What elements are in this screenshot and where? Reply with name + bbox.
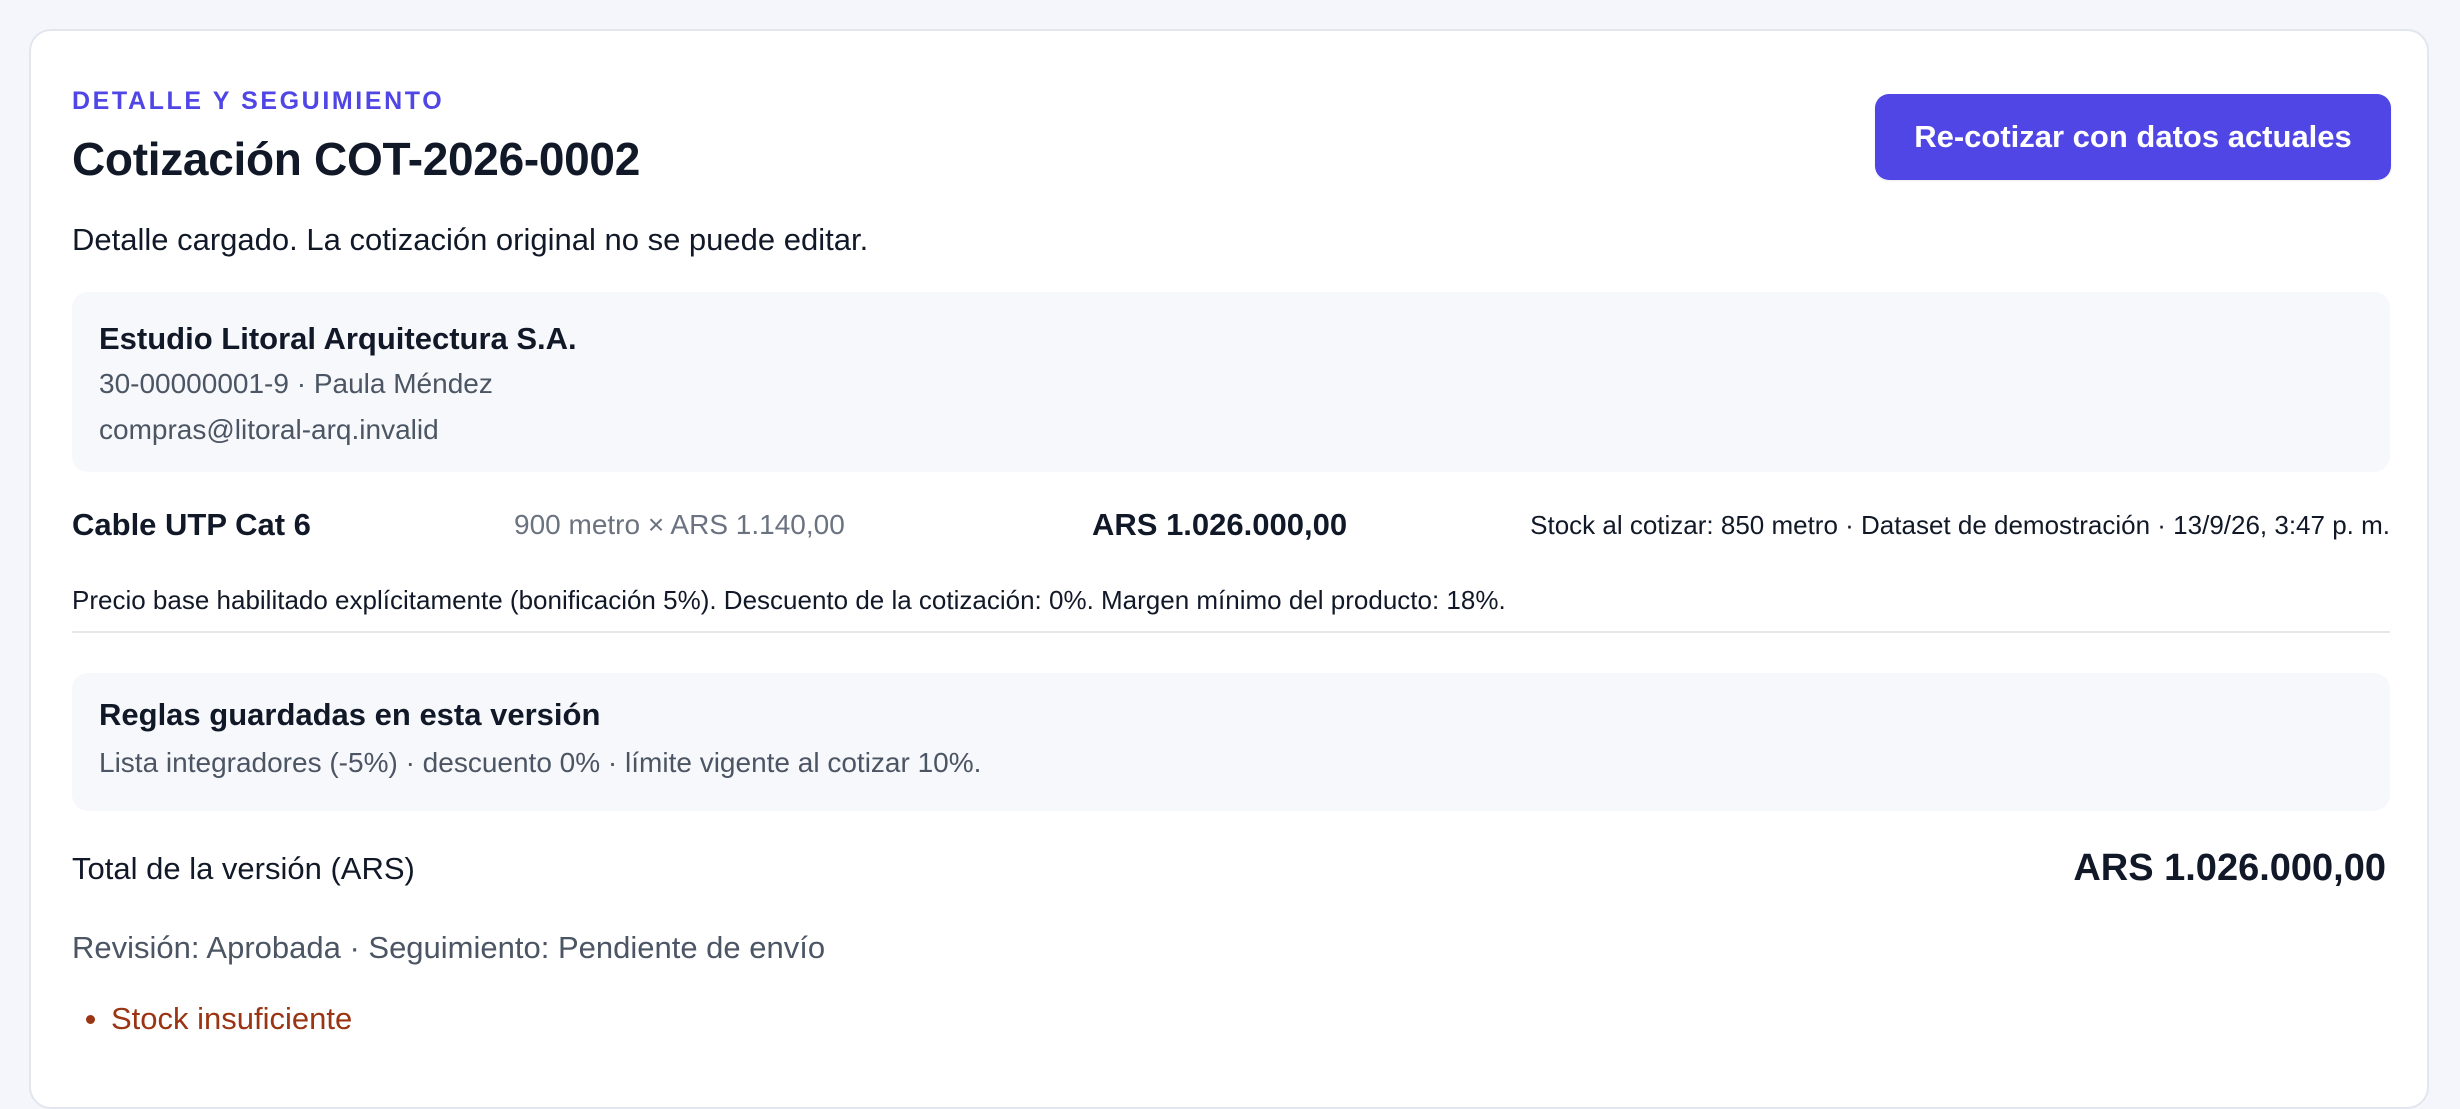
status-message: Detalle cargado. La cotización original … <box>72 222 869 257</box>
page-title: Cotización COT-2026-0002 <box>72 133 641 185</box>
bullet-icon <box>86 1014 95 1024</box>
item-line-total: ARS 1.026.000,00 <box>1092 507 1348 542</box>
client-name: Estudio Litoral Arquitectura S.A. <box>99 321 577 356</box>
warnings-list: Stock insuficiente <box>72 1001 352 1037</box>
client-email: compras@litoral-arq.invalid <box>99 414 439 445</box>
item-quantity-price: 900 metro × ARS 1.140,00 <box>514 509 845 540</box>
section-eyebrow: DETALLE Y SEGUIMIENTO <box>72 87 445 115</box>
item-price-note: Precio base habilitado explícitamente (b… <box>72 585 1506 615</box>
item-name: Cable UTP Cat 6 <box>72 507 311 542</box>
item-stock-info: Stock al cotizar: 850 metro · Dataset de… <box>1530 510 2390 540</box>
warning-text: Stock insuficiente <box>111 1001 353 1036</box>
total-label: Total de la versión (ARS) <box>72 851 415 886</box>
client-tax-contact: 30-00000001-9 · Paula Méndez <box>99 368 493 399</box>
client-info-panel: Estudio Litoral Arquitectura S.A. 30-000… <box>72 292 2390 472</box>
quote-detail-card: DETALLE Y SEGUIMIENTO Cotización COT-202… <box>29 29 2429 1109</box>
recotizar-button[interactable]: Re-cotizar con datos actuales <box>1875 94 2391 180</box>
rules-detail: Lista integradores (-5%) · descuento 0% … <box>99 747 982 778</box>
review-status: Revisión: Aprobada · Seguimiento: Pendie… <box>72 930 826 965</box>
total-value: ARS 1.026.000,00 <box>2073 847 2386 889</box>
rules-title: Reglas guardadas en esta versión <box>99 697 601 732</box>
line-item: Cable UTP Cat 6 900 metro × ARS 1.140,00… <box>72 503 2390 547</box>
warning-item: Stock insuficiente <box>72 1001 352 1037</box>
divider <box>72 631 2390 633</box>
rules-panel: Reglas guardadas en esta versión Lista i… <box>72 673 2390 811</box>
